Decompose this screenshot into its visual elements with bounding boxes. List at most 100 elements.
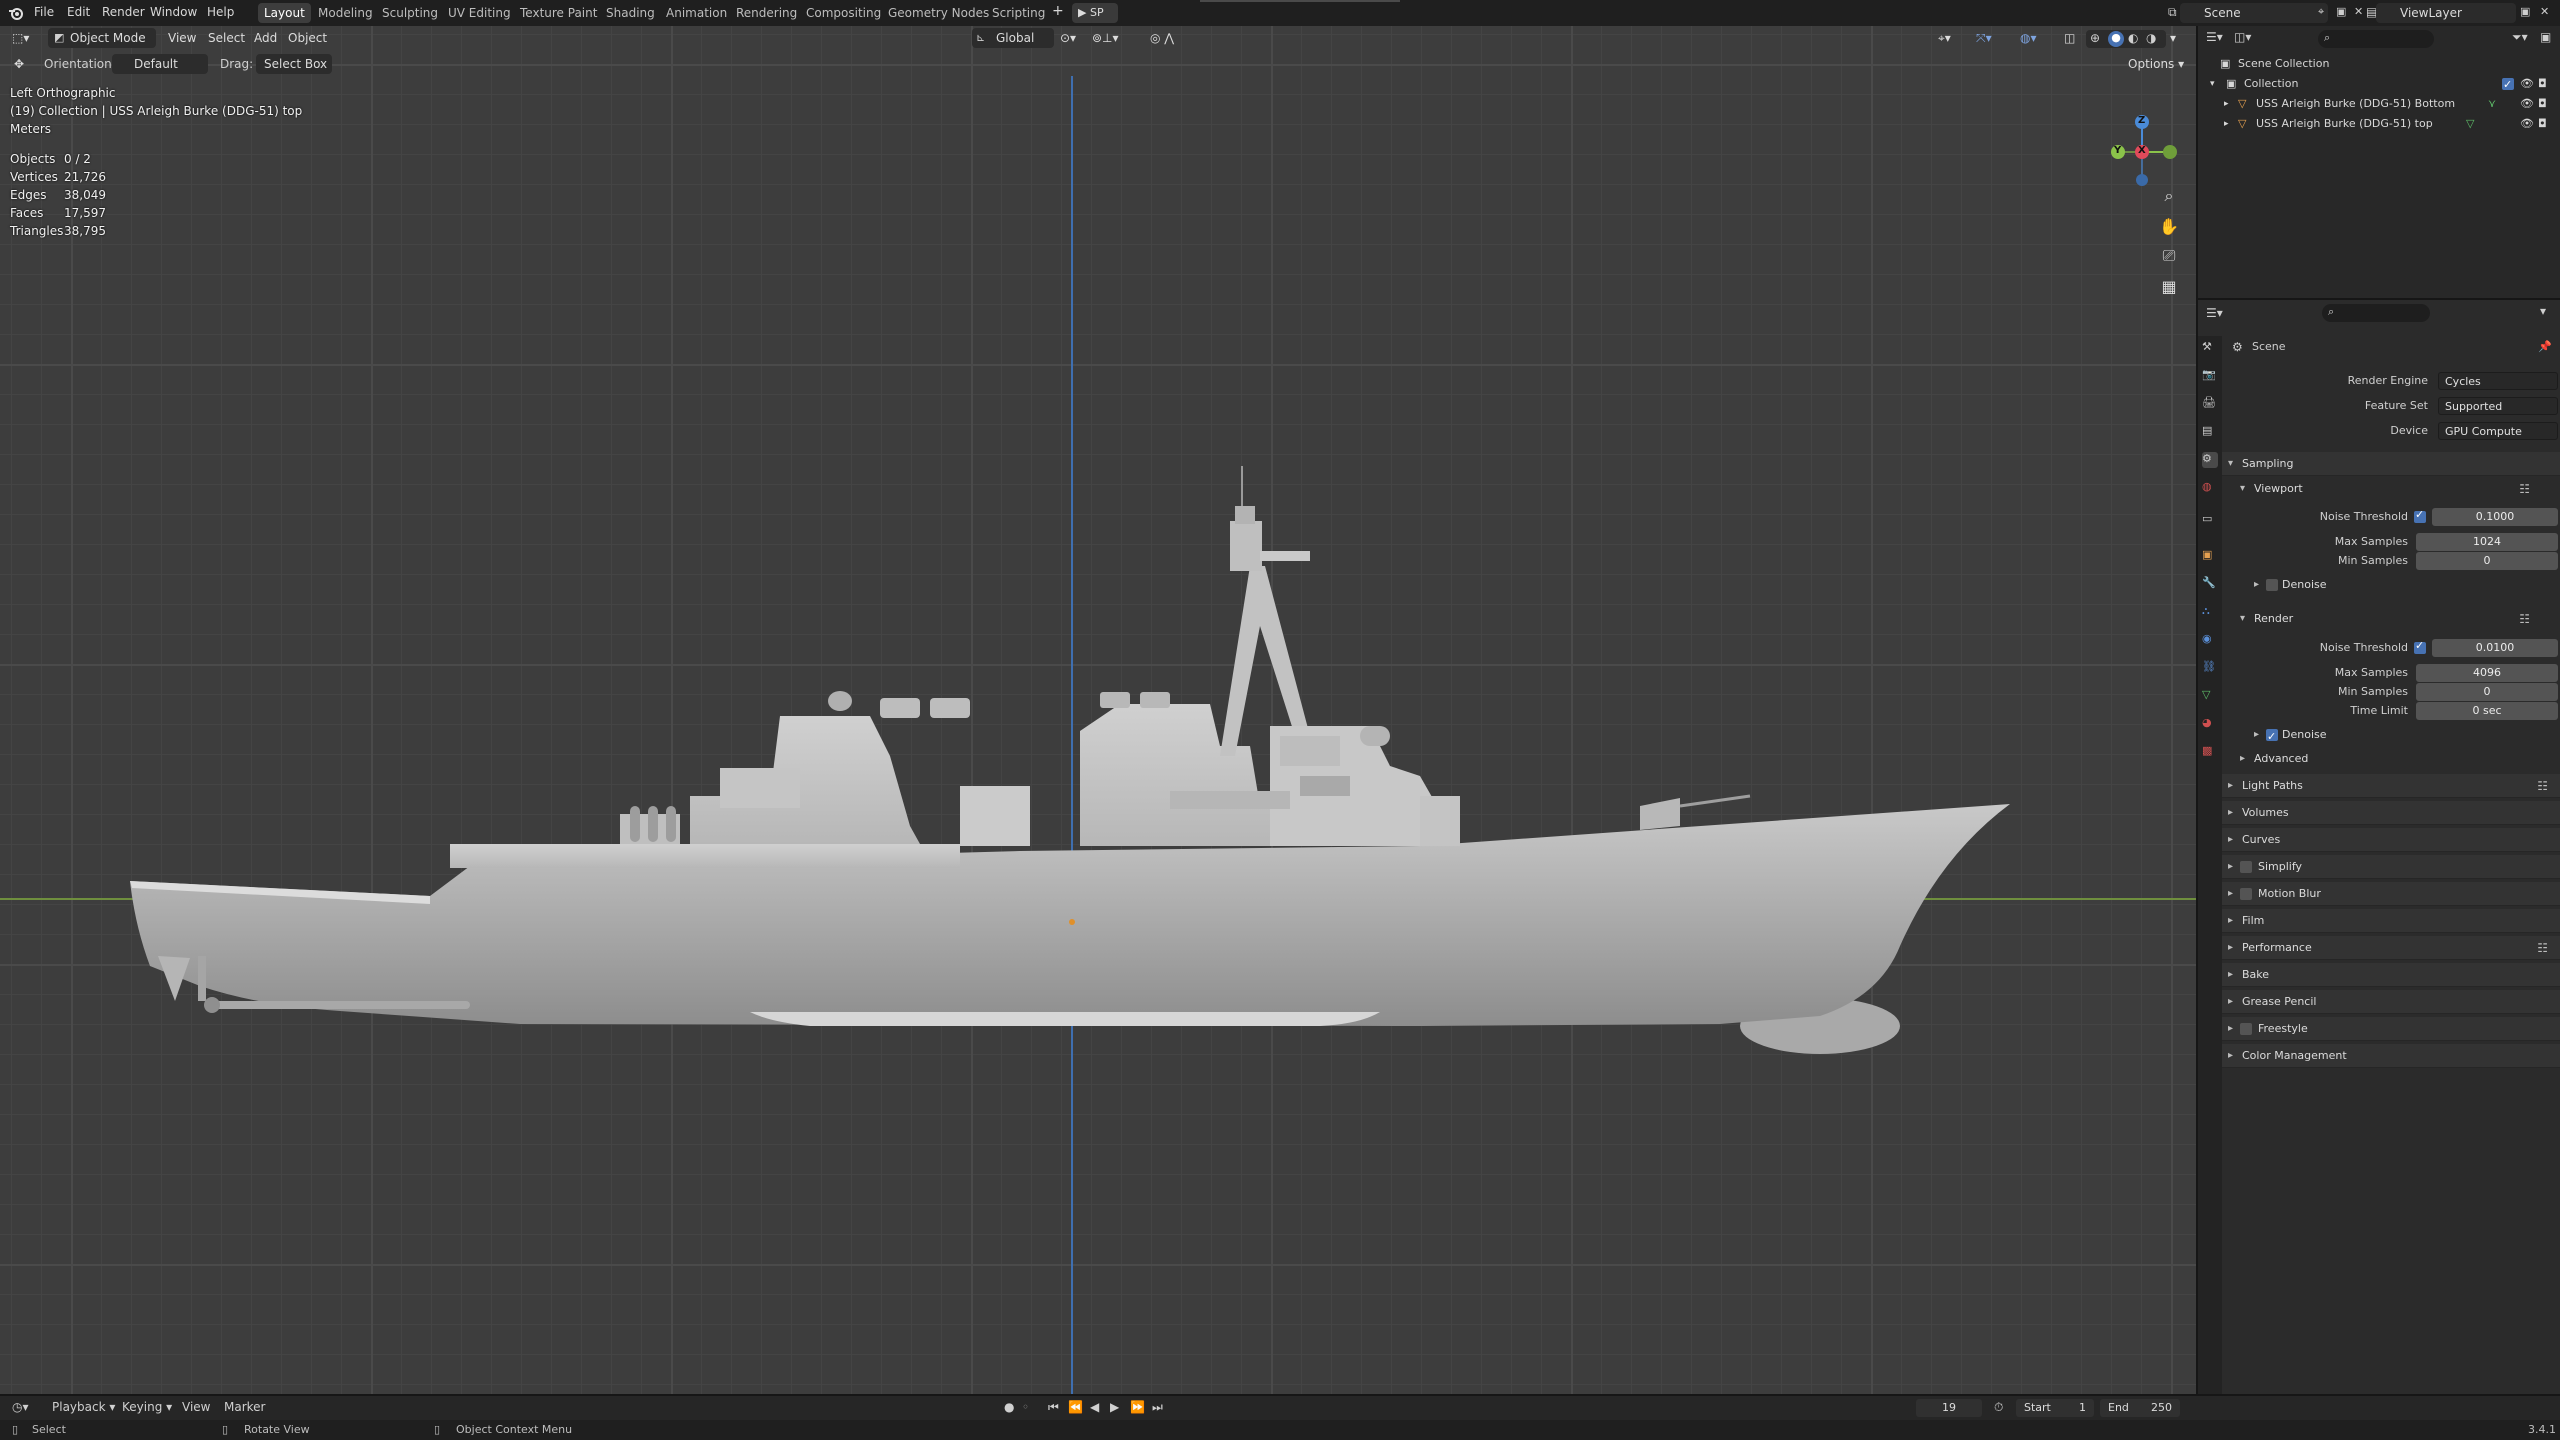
r-max-samples-field[interactable]: 4096 (2416, 664, 2558, 682)
menu-timeline-view[interactable]: View (182, 1400, 210, 1414)
menu-edit[interactable]: Edit (67, 5, 90, 19)
presets-list-icon[interactable]: ☷ (2519, 478, 2530, 500)
proportional-edit-icon[interactable]: ◎ ⋀ (1150, 28, 1174, 48)
data-tab-icon[interactable]: ▽ (2202, 688, 2218, 704)
solid-shading-icon[interactable]: ● (2108, 31, 2124, 47)
viewport-subpanel-header[interactable]: ▾ Viewport ☷ (2234, 478, 2560, 500)
output-tab-icon[interactable]: 🖨 (2202, 396, 2218, 412)
r-noise-threshold-checkbox[interactable] (2414, 639, 2426, 654)
render-subpanel-header[interactable]: ▾ Render ☷ (2234, 608, 2560, 630)
menu-help[interactable]: Help (207, 5, 234, 19)
collection-visibility-icon[interactable]: 👁 (2520, 74, 2534, 94)
menu-window[interactable]: Window (150, 5, 197, 19)
navigation-gizmo[interactable]: Z Y X (2096, 84, 2180, 194)
curves-panel-header[interactable]: ▸ Curves (2222, 828, 2560, 852)
overlay-toggle-icon[interactable]: ◍▾ (2020, 28, 2037, 48)
outliner-editor-icon[interactable]: ☰▾ (2206, 30, 2223, 44)
outliner-row-scene-collection[interactable]: ▣ Scene Collection (2198, 54, 2560, 74)
vp-min-samples-field[interactable]: 0 (2416, 552, 2558, 570)
modifier-tab-icon[interactable]: 🔧 (2202, 576, 2218, 592)
selectability-icon[interactable]: ⌖▾ (1938, 28, 1951, 48)
jump-start-icon[interactable]: ⏮ (1048, 1400, 1059, 1415)
render-tab-icon[interactable]: 📷 (2202, 368, 2218, 384)
new-view-layer-icon[interactable]: ▣ (2520, 5, 2530, 18)
properties-search-input[interactable]: ⌕ (2322, 304, 2430, 322)
menu-keying[interactable]: Keying ▾ (122, 1400, 172, 1414)
menu-add[interactable]: Add (254, 28, 277, 48)
drag-dropdown[interactable]: Select Box (256, 54, 332, 74)
expand-object-icon[interactable]: ▸ (2224, 94, 2229, 114)
shading-options-icon[interactable]: ▾ (2170, 28, 2176, 48)
motion-blur-panel-header[interactable]: ▸ Motion Blur (2222, 882, 2560, 906)
r-min-samples-field[interactable]: 0 (2416, 683, 2558, 701)
simplify-checkbox[interactable] (2240, 861, 2252, 873)
motion-blur-checkbox[interactable] (2240, 888, 2252, 900)
tab-shading[interactable]: Shading (600, 3, 661, 23)
simplify-panel-header[interactable]: ▸ Simplify (2222, 855, 2560, 879)
options-dropdown[interactable]: Options ▾ (2120, 54, 2186, 74)
new-collection-icon[interactable]: ▣ (2540, 30, 2551, 44)
add-workspace-icon[interactable]: + (1052, 3, 1064, 19)
menu-view[interactable]: View (168, 28, 196, 48)
vp-max-samples-field[interactable]: 1024 (2416, 533, 2558, 551)
menu-render[interactable]: Render (102, 5, 145, 19)
tab-scripting[interactable]: Scripting (986, 3, 1051, 23)
object-top-render-icon[interactable]: ◘ (2538, 114, 2547, 134)
tab-animation[interactable]: Animation (660, 3, 733, 23)
color-management-panel-header[interactable]: ▸ Color Management (2222, 1044, 2560, 1068)
outliner-row-object-bottom[interactable]: ▸ ▽ USS Arleigh Burke (DDG-51) Bottom ⋎ … (2198, 94, 2560, 114)
r-time-limit-field[interactable]: 0 sec (2416, 702, 2558, 720)
advanced-subpanel-header[interactable]: ▸ Advanced (2234, 748, 2560, 770)
presets-list-icon[interactable]: ☷ (2519, 608, 2530, 630)
view-layer-selector[interactable]: ViewLayer (2376, 3, 2516, 23)
play-reverse-icon[interactable]: ◀ (1090, 1400, 1099, 1414)
light-paths-panel-header[interactable]: ▸ Light Paths ☷ (2222, 774, 2560, 798)
3d-viewport[interactable]: ⬚▾ Object Mode ◩ View Select Add Object … (0, 26, 2196, 1394)
bake-panel-header[interactable]: ▸ Bake (2222, 963, 2560, 987)
menu-select[interactable]: Select (208, 28, 245, 48)
tab-geometry-nodes[interactable]: Geometry Nodes (882, 3, 995, 23)
tab-layout[interactable]: Layout (258, 3, 311, 23)
collection-tab-icon[interactable]: ▭ (2202, 512, 2218, 528)
orientation-dropdown[interactable]: Default (112, 54, 208, 74)
outliner-row-collection[interactable]: ▾ ▣ Collection 👁 ◘ (2198, 74, 2560, 95)
constraints-tab-icon[interactable]: ⛓ (2202, 660, 2218, 676)
blender-logo-icon[interactable] (8, 5, 24, 21)
tool-tab-icon[interactable]: ⚒ (2202, 340, 2218, 356)
menu-playback[interactable]: Playback ▾ (52, 1400, 115, 1414)
render-engine-select[interactable]: Cycles (2438, 372, 2558, 390)
tab-compositing[interactable]: Compositing (800, 3, 887, 23)
transform-gizmo-icon[interactable]: ✥ (14, 54, 24, 74)
menu-object[interactable]: Object (288, 28, 327, 48)
menu-file[interactable]: File (34, 5, 54, 19)
delete-view-layer-icon[interactable]: ✕ (2540, 5, 2549, 18)
camera-view-icon[interactable]: ⎚ (2155, 242, 2183, 270)
material-tab-icon[interactable]: ◕ (2202, 716, 2218, 732)
editor-type-icon[interactable]: ⬚▾ (12, 28, 29, 48)
properties-options-icon[interactable]: ▾ (2540, 304, 2546, 318)
scene-tab-icon[interactable]: ⚙ (2202, 452, 2218, 468)
current-frame-field[interactable]: 19 (1916, 1399, 1982, 1417)
texture-tab-icon[interactable]: ▩ (2202, 744, 2218, 760)
tab-rendering[interactable]: Rendering (730, 3, 803, 23)
pan-view-icon[interactable]: ✋ (2155, 212, 2183, 240)
vp-denoise-checkbox[interactable] (2266, 579, 2278, 591)
tab-uv-editing[interactable]: UV Editing (442, 3, 517, 23)
timeline-editor-icon[interactable]: ◷▾ (12, 1400, 29, 1414)
vp-noise-threshold-checkbox[interactable] (2414, 508, 2426, 523)
freestyle-panel-header[interactable]: ▸ Freestyle (2222, 1017, 2560, 1041)
scene-pin-icon[interactable]: ⌖ (2318, 5, 2324, 19)
pin-icon[interactable]: 📌 (2538, 340, 2552, 353)
outliner-row-object-top[interactable]: ▸ ▽ USS Arleigh Burke (DDG-51) top ▽ 👁 ◘ (2198, 114, 2560, 134)
object-top-visibility-icon[interactable]: 👁 (2520, 114, 2534, 134)
tab-modeling[interactable]: Modeling (312, 3, 379, 23)
material-shading-icon[interactable]: ◐ (2128, 31, 2138, 45)
sampling-panel-header[interactable]: ▾ Sampling (2222, 452, 2560, 476)
world-tab-icon[interactable]: ◍ (2202, 480, 2218, 496)
device-select[interactable]: GPU Compute (2438, 422, 2558, 440)
object-bottom-visibility-icon[interactable]: 👁 (2520, 94, 2534, 114)
presets-list-icon[interactable]: ☷ (2537, 936, 2548, 960)
tab-sculpting[interactable]: Sculpting (376, 3, 444, 23)
menu-marker[interactable]: Marker (224, 1400, 265, 1414)
new-scene-icon[interactable]: ▣ (2336, 5, 2346, 18)
